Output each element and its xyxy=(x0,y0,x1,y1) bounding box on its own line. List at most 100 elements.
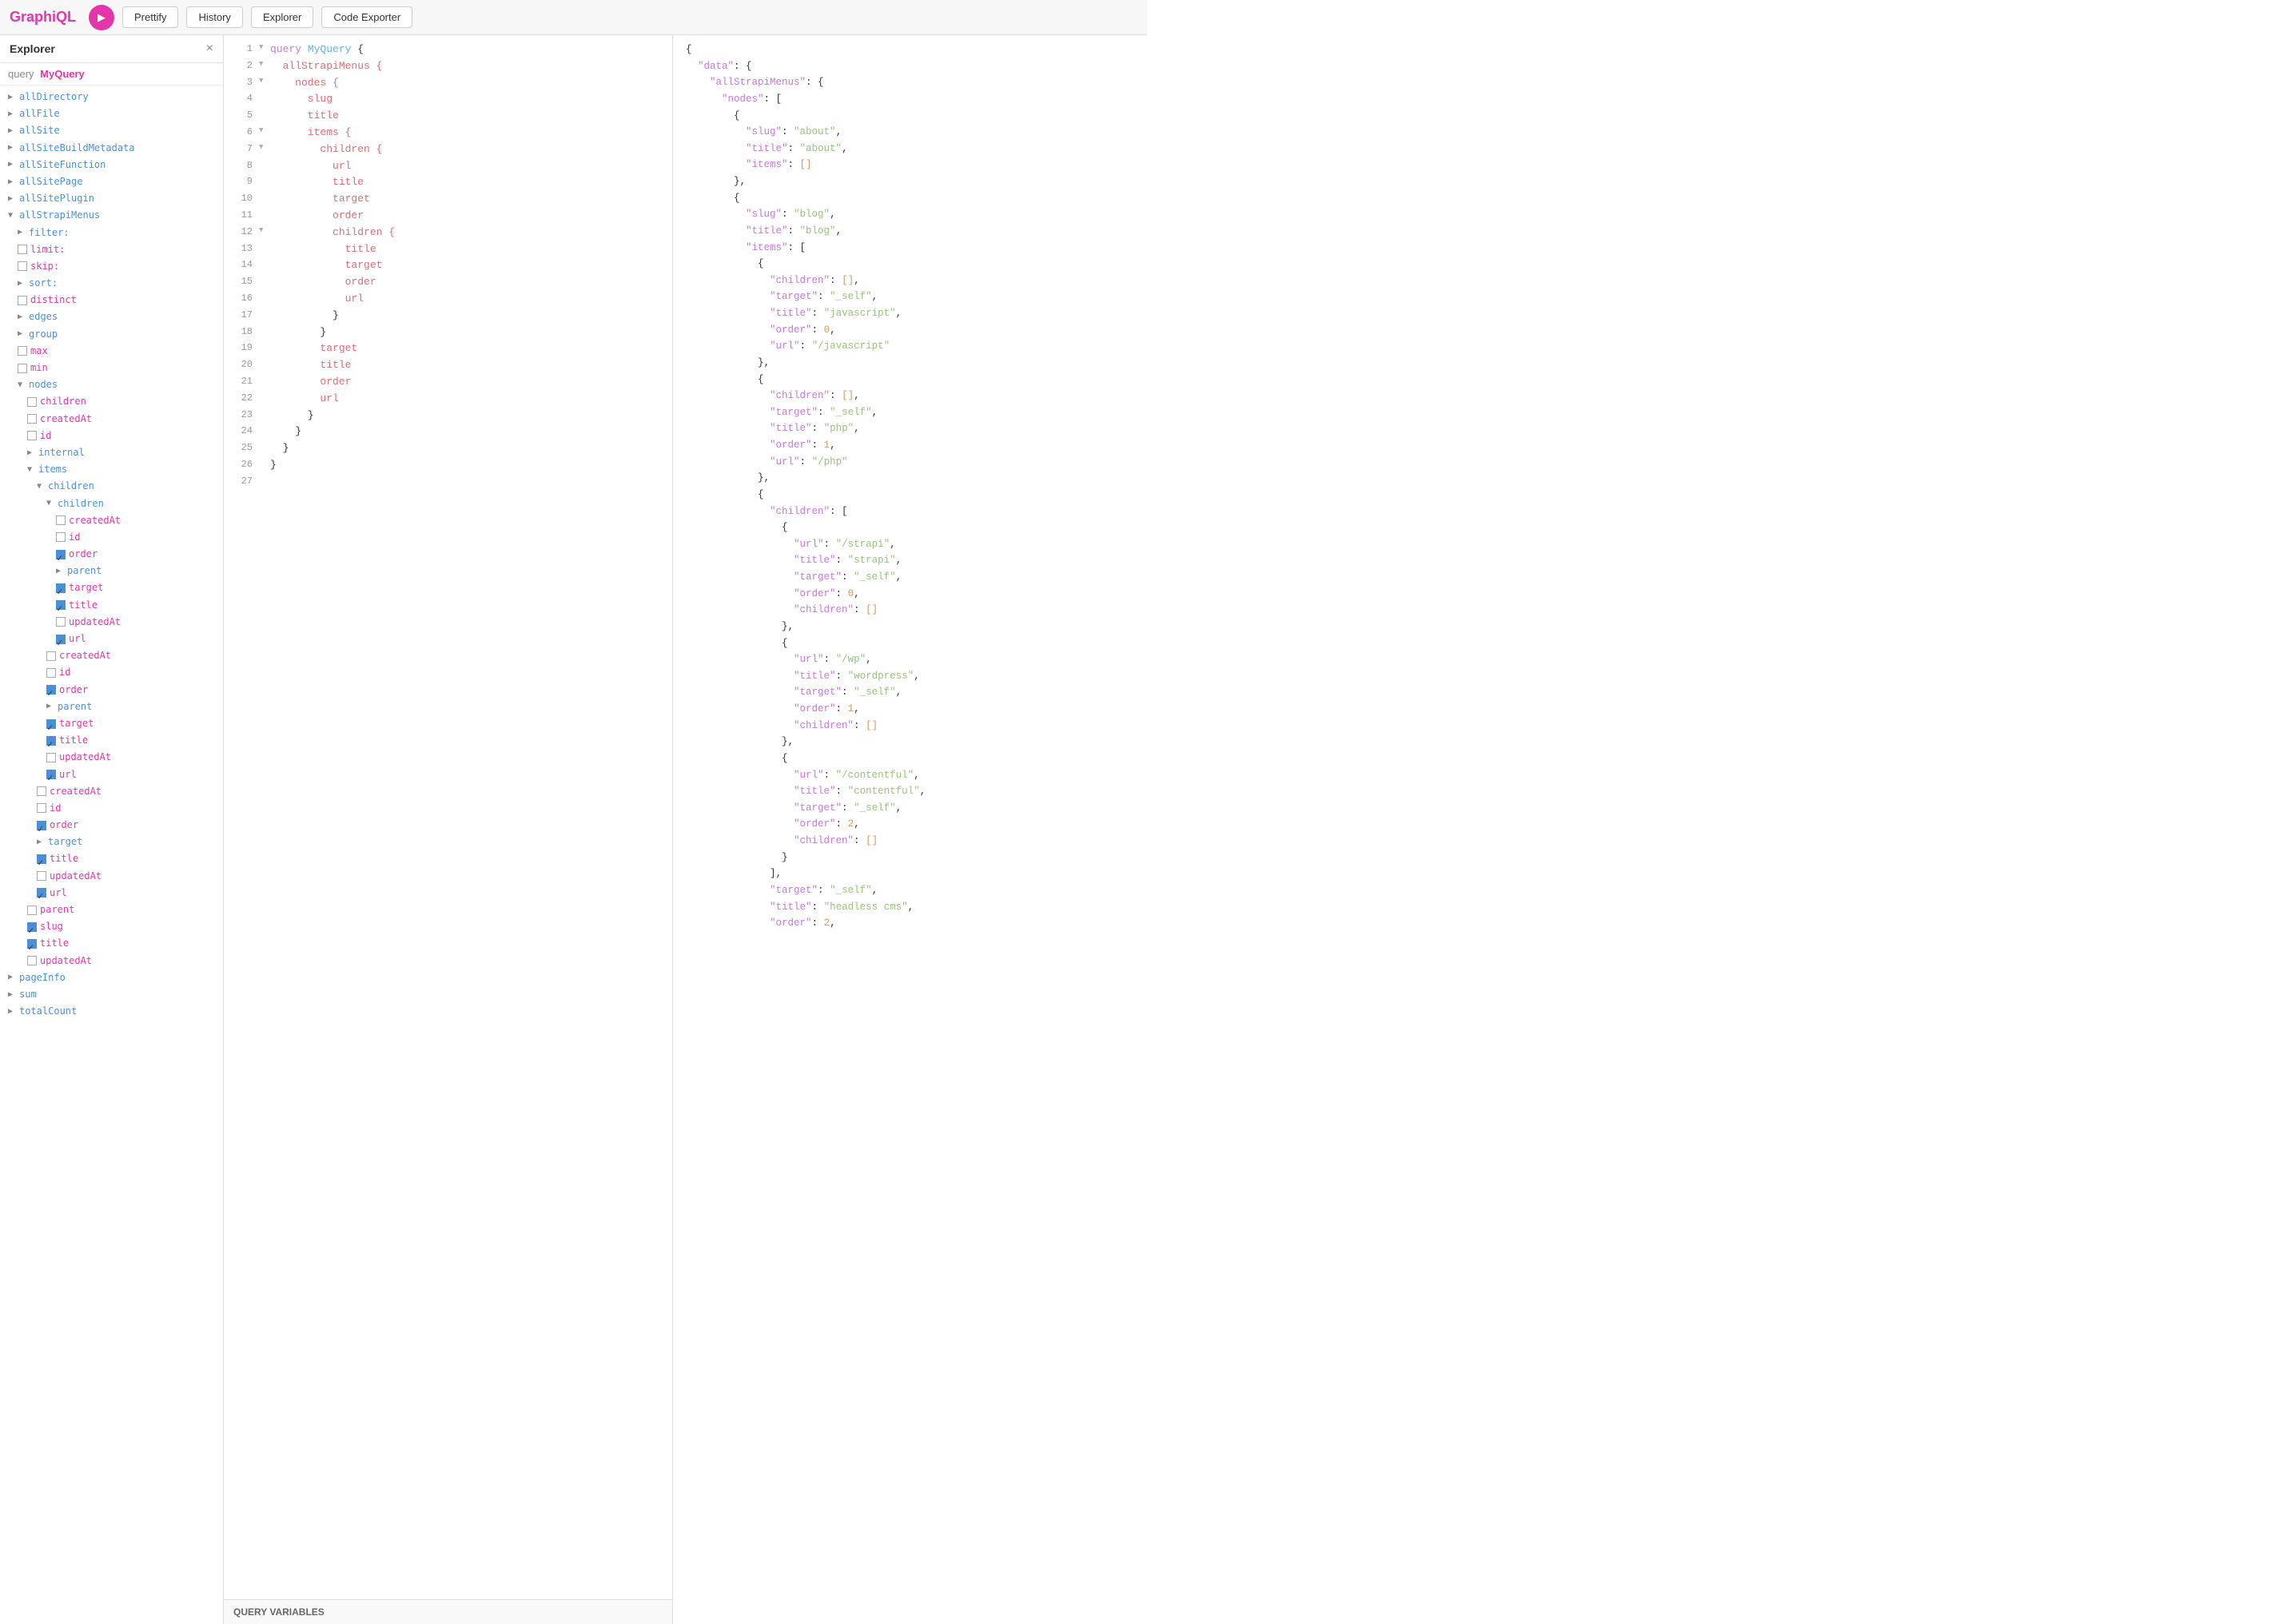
tree-checkbox[interactable]: ✓ xyxy=(37,854,46,864)
tree-checkbox[interactable] xyxy=(27,397,37,407)
tree-item[interactable]: updatedAt xyxy=(0,614,223,631)
tree-item[interactable]: ▶allSitePage xyxy=(0,173,223,190)
query-variables-section[interactable]: QUERY VARIABLES xyxy=(224,1599,672,1624)
tree-item[interactable]: ▶allSiteFunction xyxy=(0,157,223,173)
query-name-tab[interactable]: MyQuery xyxy=(40,68,85,80)
tree-checkbox[interactable] xyxy=(18,346,27,356)
line-collapse-arrow[interactable]: ▼ xyxy=(259,75,270,86)
tree-checkbox[interactable] xyxy=(27,956,37,965)
tree-item[interactable]: ▶allFile xyxy=(0,105,223,122)
tree-checkbox[interactable]: ✓ xyxy=(56,550,66,559)
tree-item[interactable]: createdAt xyxy=(0,411,223,428)
line-collapse-arrow[interactable]: ▼ xyxy=(259,58,270,70)
tree-item[interactable]: parent xyxy=(0,902,223,918)
tree-item[interactable]: ▶allSite xyxy=(0,122,223,139)
tree-checkbox[interactable]: ✓ xyxy=(46,719,56,729)
tree-item[interactable]: distinct xyxy=(0,292,223,308)
tree-item[interactable]: updatedAt xyxy=(0,868,223,885)
tree-item[interactable]: ✓url xyxy=(0,885,223,902)
editor-area[interactable]: 1▼query MyQuery {2▼ allStrapiMenus {3▼ n… xyxy=(224,35,672,1599)
tree-checkbox[interactable]: ✓ xyxy=(27,922,37,932)
tree-item[interactable]: ▶internal xyxy=(0,444,223,461)
tree-item[interactable]: createdAt xyxy=(0,647,223,664)
tree-item[interactable]: ✓target xyxy=(0,715,223,732)
tree-item[interactable]: ✓order xyxy=(0,546,223,563)
tree-item[interactable]: id xyxy=(0,428,223,444)
tree-checkbox[interactable] xyxy=(18,296,27,305)
tree-item[interactable]: ▶pageInfo xyxy=(0,969,223,986)
tree-item[interactable]: ▼items xyxy=(0,461,223,478)
tree-item[interactable]: ▶allSitePlugin xyxy=(0,190,223,207)
tree-checkbox[interactable] xyxy=(37,786,46,796)
tree-checkbox[interactable] xyxy=(27,906,37,915)
tree-checkbox[interactable] xyxy=(18,245,27,254)
tree-checkbox[interactable]: ✓ xyxy=(46,736,56,746)
tree-item[interactable]: ✓url xyxy=(0,631,223,647)
tree-checkbox[interactable] xyxy=(27,414,37,424)
tree-item[interactable]: ✓slug xyxy=(0,918,223,935)
prettify-button[interactable]: Prettify xyxy=(122,6,178,28)
tree-item[interactable]: ▼children xyxy=(0,496,223,512)
tree-item[interactable]: id xyxy=(0,529,223,546)
tree-checkbox[interactable]: ✓ xyxy=(56,583,66,593)
code-exporter-button[interactable]: Code Exporter xyxy=(321,6,412,28)
tree-checkbox[interactable] xyxy=(56,617,66,627)
run-button[interactable]: ▶ xyxy=(89,5,114,30)
tree-checkbox[interactable]: ✓ xyxy=(27,939,37,949)
tree-item[interactable]: ▶allDirectory xyxy=(0,89,223,105)
history-button[interactable]: History xyxy=(186,6,242,28)
tree-item[interactable]: ✓title xyxy=(0,732,223,749)
tree-checkbox[interactable]: ✓ xyxy=(56,600,66,610)
tree-item[interactable]: ✓title xyxy=(0,850,223,867)
tree-checkbox[interactable]: ✓ xyxy=(46,770,56,779)
tree-item[interactable]: ✓url xyxy=(0,766,223,783)
tree-item[interactable]: max xyxy=(0,343,223,360)
tree-item[interactable]: createdAt xyxy=(0,783,223,800)
tree-checkbox[interactable]: ✓ xyxy=(37,821,46,830)
tree-item[interactable]: children xyxy=(0,393,223,410)
tree-item[interactable]: ✓target xyxy=(0,579,223,596)
tree-item[interactable]: ✓title xyxy=(0,597,223,614)
tree-checkbox[interactable] xyxy=(18,364,27,373)
tree-item[interactable]: ▼allStrapiMenus xyxy=(0,207,223,224)
tree-checkbox[interactable]: ✓ xyxy=(56,635,66,644)
tree-item[interactable]: createdAt xyxy=(0,512,223,529)
tree-checkbox[interactable] xyxy=(46,668,56,678)
tree-checkbox[interactable]: ✓ xyxy=(37,888,46,898)
explorer-button[interactable]: Explorer xyxy=(251,6,313,28)
tree-item[interactable]: ▶target xyxy=(0,834,223,850)
tree-item[interactable]: ✓order xyxy=(0,682,223,699)
tree-item[interactable]: ▶group xyxy=(0,326,223,343)
tree-item[interactable]: ▶parent xyxy=(0,563,223,579)
tree-item[interactable]: ▶sum xyxy=(0,986,223,1003)
tree-item[interactable]: updatedAt xyxy=(0,749,223,766)
line-collapse-arrow[interactable]: ▼ xyxy=(259,225,270,236)
tree-item[interactable]: skip: xyxy=(0,258,223,275)
tree-item[interactable]: ▶edges xyxy=(0,308,223,325)
tree-item[interactable]: ▶sort: xyxy=(0,275,223,292)
tree-checkbox[interactable] xyxy=(18,261,27,271)
tree-checkbox[interactable] xyxy=(46,753,56,762)
tree-item[interactable]: ▶allSiteBuildMetadata xyxy=(0,140,223,157)
tree-checkbox[interactable] xyxy=(37,871,46,881)
tree-checkbox[interactable]: ✓ xyxy=(46,685,56,695)
tree-item[interactable]: min xyxy=(0,360,223,376)
tree-item[interactable]: id xyxy=(0,664,223,681)
tree-checkbox[interactable] xyxy=(27,431,37,440)
tree-item[interactable]: ▶totalCount xyxy=(0,1003,223,1020)
tree-checkbox[interactable] xyxy=(46,651,56,661)
tree-item[interactable]: ▶filter: xyxy=(0,225,223,241)
tree-item[interactable]: ▼nodes xyxy=(0,376,223,393)
tree-item[interactable]: ▶parent xyxy=(0,699,223,715)
tree-item[interactable]: ▼children xyxy=(0,478,223,495)
tree-item[interactable]: ✓order xyxy=(0,817,223,834)
tree-checkbox[interactable] xyxy=(56,532,66,542)
tree-checkbox[interactable] xyxy=(56,515,66,525)
tree-checkbox[interactable] xyxy=(37,803,46,813)
tree-item[interactable]: limit: xyxy=(0,241,223,258)
close-explorer-button[interactable]: × xyxy=(206,42,213,56)
line-collapse-arrow[interactable]: ▼ xyxy=(259,141,270,153)
line-collapse-arrow[interactable]: ▼ xyxy=(259,42,270,53)
line-collapse-arrow[interactable]: ▼ xyxy=(259,125,270,136)
tree-item[interactable]: id xyxy=(0,800,223,817)
